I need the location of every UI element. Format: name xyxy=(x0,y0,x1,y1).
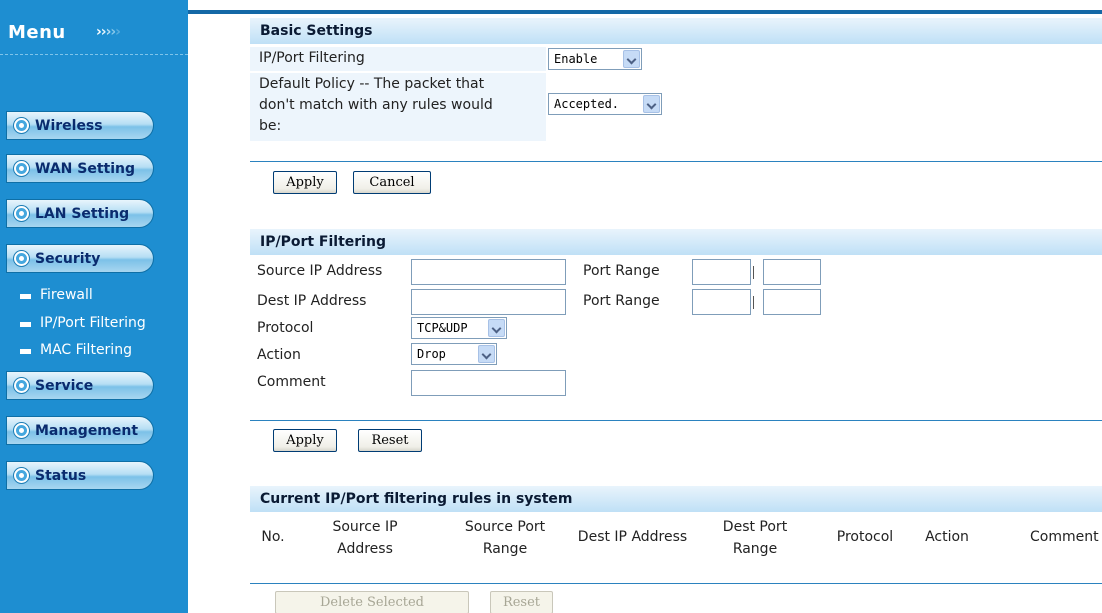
delete-selected-button[interactable]: Delete Selected xyxy=(275,591,469,613)
divider xyxy=(250,583,1102,584)
menu-arrows-icon: ››››› xyxy=(96,24,121,40)
default-policy-label-line1: Default Policy -- The packet that xyxy=(259,76,485,92)
bullet-icon xyxy=(20,322,31,327)
divider xyxy=(250,420,1102,421)
select-value: Accepted. xyxy=(554,97,620,111)
nav-button-wireless[interactable]: Wireless xyxy=(6,111,154,140)
menu-header: Menu ››››› xyxy=(0,10,188,55)
source-port-to-input[interactable] xyxy=(763,259,821,285)
select-value: TCP&UDP xyxy=(417,321,468,335)
chevron-down-icon xyxy=(488,319,505,337)
action-select[interactable]: Drop xyxy=(411,343,497,365)
action-label: Action xyxy=(257,347,301,363)
chevron-down-icon xyxy=(623,50,640,68)
column-header-dest-port-line2: Range xyxy=(732,541,778,557)
nav-label: Service xyxy=(35,378,94,394)
column-header-no: No. xyxy=(261,529,285,545)
nav-button-management[interactable]: Management xyxy=(6,416,154,445)
source-port-range-label: Port Range xyxy=(583,263,660,279)
nav-button-wan-setting[interactable]: WAN Setting xyxy=(6,154,154,183)
filter-apply-button[interactable]: Apply xyxy=(273,429,337,452)
divider xyxy=(250,161,1102,162)
basic-cancel-button[interactable]: Cancel xyxy=(353,171,431,194)
default-policy-label-line2: don't match with any rules would xyxy=(259,97,493,113)
select-value: Enable xyxy=(554,52,598,66)
radio-dot-icon xyxy=(14,206,29,221)
ip-port-filtering-select[interactable]: Enable xyxy=(548,48,642,70)
chevron-down-icon xyxy=(478,345,495,363)
ip-port-filtering-label: IP/Port Filtering xyxy=(259,50,365,66)
sidebar-item-label: IP/Port Filtering xyxy=(40,315,146,331)
protocol-select[interactable]: TCP&UDP xyxy=(411,317,507,339)
sidebar: Menu ››››› Wireless WAN Setting LAN Sett… xyxy=(0,0,188,613)
sidebar-item-label: Firewall xyxy=(40,287,93,303)
nav-label: Management xyxy=(35,423,139,439)
nav-button-status[interactable]: Status xyxy=(6,461,154,490)
column-header-source-ip-line1: Source IP xyxy=(332,519,398,535)
default-policy-select[interactable]: Accepted. xyxy=(548,93,662,115)
section-header-basic-settings: Basic Settings xyxy=(250,18,1102,44)
dest-port-to-input[interactable] xyxy=(763,289,821,315)
radio-dot-icon xyxy=(14,118,29,133)
section-title: Basic Settings xyxy=(260,23,373,39)
source-ip-label: Source IP Address xyxy=(257,263,383,279)
chevron-down-icon xyxy=(643,95,660,113)
dest-ip-label: Dest IP Address xyxy=(257,293,367,309)
comment-input[interactable] xyxy=(411,370,566,396)
bullet-icon xyxy=(20,349,31,354)
section-header-ip-port-filtering: IP/Port Filtering xyxy=(250,229,1102,255)
nav-label: Status xyxy=(35,468,87,484)
menu-title: Menu xyxy=(8,22,66,43)
section-title: Current IP/Port filtering rules in syste… xyxy=(260,491,573,507)
section-title: IP/Port Filtering xyxy=(260,234,386,250)
nav-button-lan-setting[interactable]: LAN Setting xyxy=(6,199,154,228)
rules-reset-button[interactable]: Reset xyxy=(490,591,553,613)
radio-dot-icon xyxy=(14,378,29,393)
protocol-label: Protocol xyxy=(257,320,314,336)
nav-label: Security xyxy=(35,251,101,267)
comment-label: Comment xyxy=(257,374,326,390)
dest-ip-input[interactable] xyxy=(411,289,566,315)
select-value: Drop xyxy=(417,347,446,361)
column-header-comment: Comment xyxy=(1030,529,1099,545)
basic-apply-button[interactable]: Apply xyxy=(273,171,337,194)
column-header-dest-port-line1: Dest Port xyxy=(722,519,788,535)
source-port-from-input[interactable] xyxy=(692,259,751,285)
radio-dot-icon xyxy=(14,423,29,438)
column-header-dest-ip: Dest IP Address xyxy=(577,529,688,545)
source-ip-input[interactable] xyxy=(411,259,566,285)
range-separator xyxy=(753,266,754,279)
nav-label: WAN Setting xyxy=(35,161,135,177)
column-header-source-ip-line2: Address xyxy=(337,541,393,557)
nav-label: LAN Setting xyxy=(35,206,130,222)
column-header-source-port-line2: Range xyxy=(482,541,528,557)
range-separator xyxy=(753,296,754,309)
sidebar-item-label: MAC Filtering xyxy=(40,342,132,358)
filter-reset-button[interactable]: Reset xyxy=(358,429,422,452)
radio-dot-icon xyxy=(14,468,29,483)
nav-button-service[interactable]: Service xyxy=(6,371,154,400)
column-header-source-port-line1: Source Port xyxy=(464,519,546,535)
nav-label: Wireless xyxy=(35,118,103,134)
radio-dot-icon xyxy=(14,161,29,176)
column-header-action: Action xyxy=(925,529,969,545)
column-header-protocol: Protocol xyxy=(836,529,894,545)
bullet-icon xyxy=(20,294,31,299)
dest-port-from-input[interactable] xyxy=(692,289,751,315)
top-border xyxy=(188,10,1102,14)
radio-dot-icon xyxy=(14,251,29,266)
nav-button-security[interactable]: Security xyxy=(6,244,154,273)
dest-port-range-label: Port Range xyxy=(583,293,660,309)
default-policy-label-line3: be: xyxy=(259,118,282,134)
